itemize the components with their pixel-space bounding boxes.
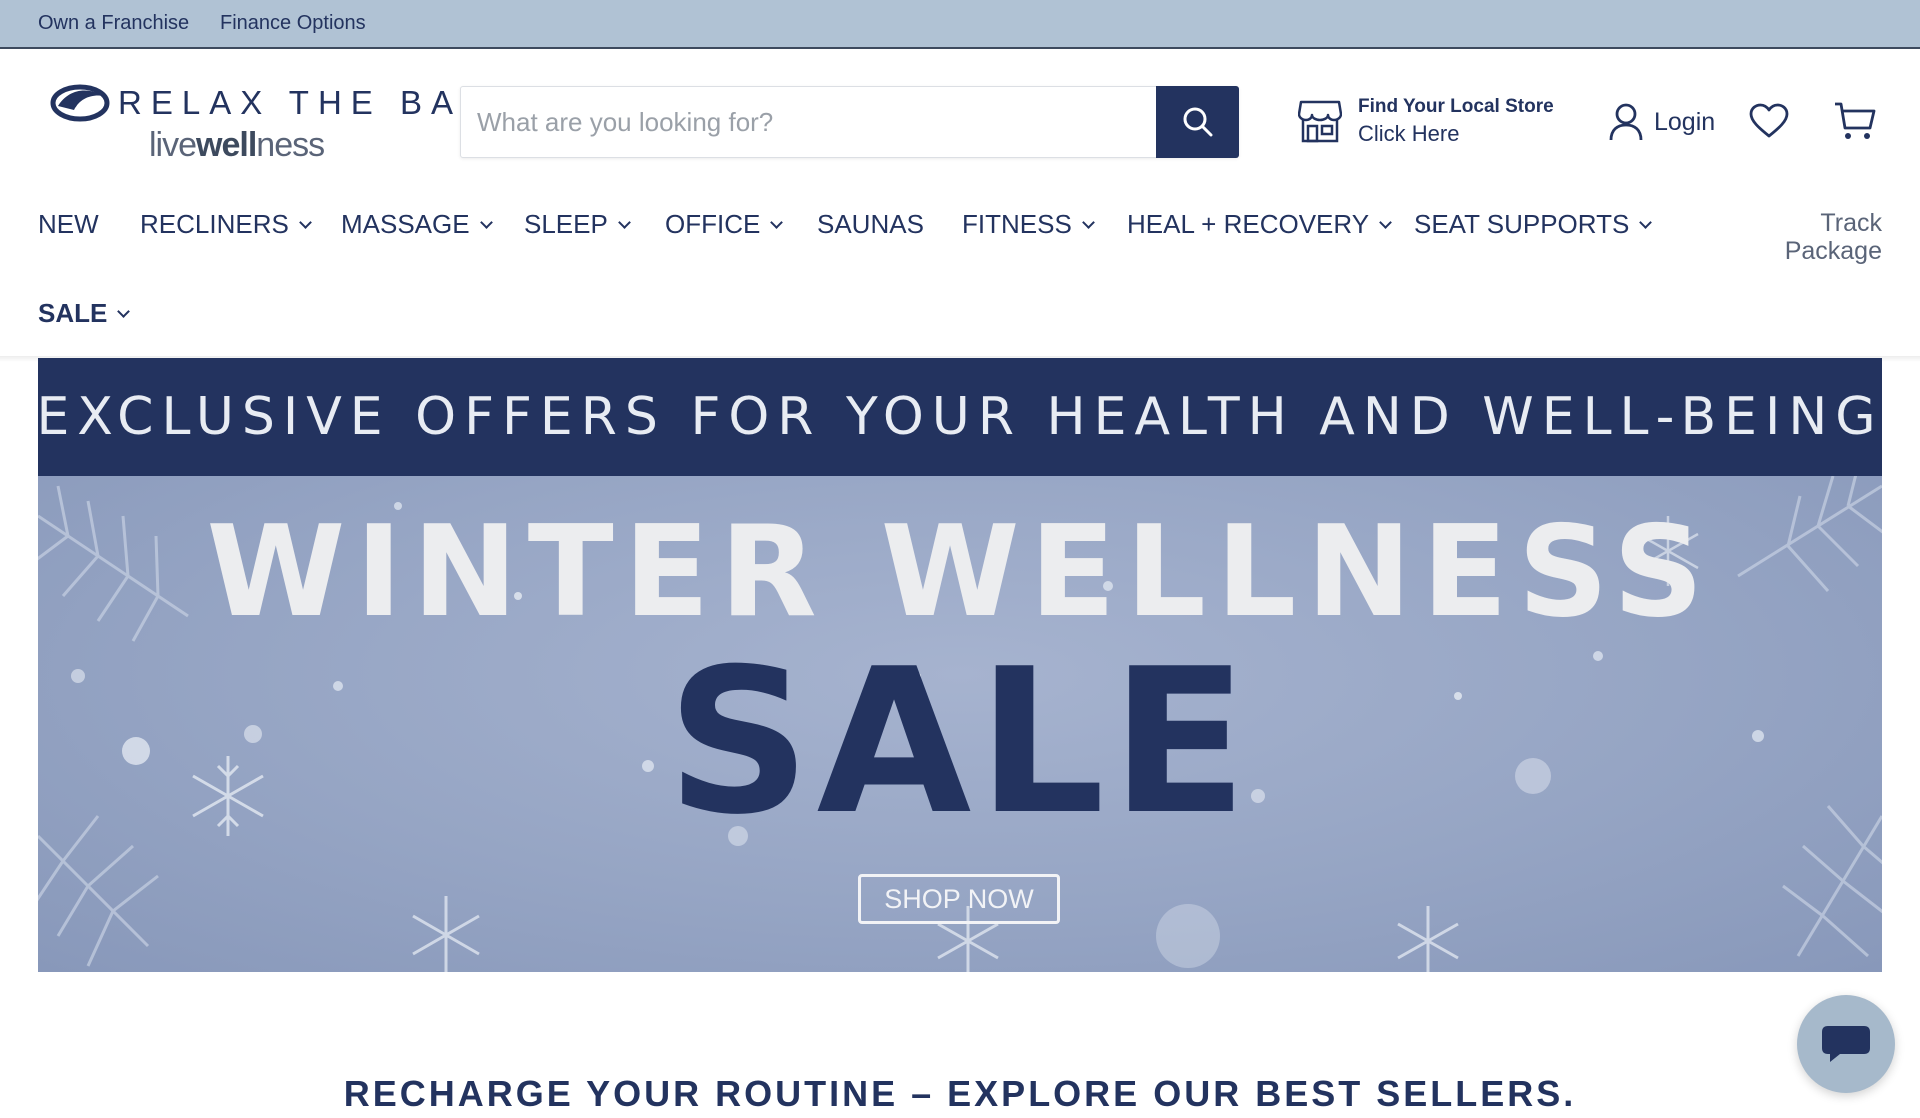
nav-sleep-label: SLEEP [524, 208, 608, 239]
nav-massage-label: MASSAGE [341, 208, 470, 239]
logo-tagline-well: well [196, 126, 257, 164]
find-local-store-link[interactable]: Find Your Local Store Click Here [1298, 94, 1558, 150]
logo-tagline-ness: ness [256, 126, 325, 164]
nav-new-label: NEW [38, 208, 99, 239]
search-bar [460, 86, 1239, 158]
hero-background: WINTER WELLNESS SALE SHOP NOW [38, 476, 1882, 972]
heart-icon [1749, 103, 1789, 138]
cart-icon [1835, 102, 1876, 139]
hero-top-band: EXCLUSIVE OFFERS FOR YOUR HEALTH AND WEL… [38, 358, 1882, 476]
nav-saunas-label: SAUNAS [817, 208, 924, 239]
search-input[interactable] [461, 87, 1156, 157]
find-store-title: Find Your Local Store [1358, 96, 1554, 117]
nav-fitness[interactable]: FITNESS [962, 208, 1095, 240]
track-package-link[interactable]: Track Package [1762, 209, 1882, 265]
login-label: Login [1654, 108, 1716, 136]
chevron-down-icon [479, 215, 493, 229]
snowflake-icon [412, 896, 480, 972]
nav-sleep[interactable]: SLEEP [524, 208, 631, 240]
chevron-down-icon [770, 215, 784, 229]
nav-sale-label: SALE [38, 297, 108, 328]
chat-bubble-icon [1822, 1026, 1870, 1062]
storefront-icon [1298, 100, 1342, 143]
login-link[interactable]: Login [1608, 101, 1716, 141]
cart-button[interactable] [1834, 100, 1876, 142]
own-a-franchise-link[interactable]: Own a Franchise [38, 12, 189, 35]
shop-now-button[interactable]: SHOP NOW [858, 874, 1060, 924]
logo-tagline: livewellness [149, 126, 325, 165]
logo-tagline-live: live [149, 126, 197, 164]
finance-options-link[interactable]: Finance Options [220, 12, 366, 35]
snowflake-icon [1397, 906, 1459, 972]
best-sellers-heading: RECHARGE YOUR ROUTINE – EXPLORE OUR BEST… [343, 1073, 1577, 1114]
nav-new[interactable]: NEW [38, 208, 99, 240]
chevron-down-icon [1379, 215, 1392, 229]
user-icon [1609, 103, 1643, 141]
track-package-line2: Package [1784, 237, 1882, 265]
nav-saunas[interactable]: SAUNAS [817, 208, 924, 240]
nav-office-label: OFFICE [665, 208, 761, 239]
nav-massage[interactable]: MASSAGE [341, 208, 493, 240]
nav-heal-recovery-label: HEAL + RECOVERY [1127, 208, 1370, 239]
wishlist-button[interactable] [1749, 103, 1789, 139]
chevron-down-icon [117, 304, 131, 318]
nav-heal-recovery[interactable]: HEAL + RECOVERY [1127, 208, 1392, 240]
hero-title-winter-wellness: WINTER WELLNESS [206, 498, 1714, 645]
nav-sale[interactable]: SALE [38, 297, 131, 329]
nav-recliners[interactable]: RECLINERS [140, 208, 312, 240]
site-logo[interactable]: RELAX THE BACK livewellness [50, 82, 517, 165]
hero-band-text: EXCLUSIVE OFFERS FOR YOUR HEALTH AND WEL… [38, 387, 1882, 447]
chevron-down-icon [617, 215, 631, 229]
chevron-down-icon [1639, 215, 1653, 229]
nav-seat-supports-label: SEAT SUPPORTS [1414, 208, 1630, 239]
nav-fitness-label: FITNESS [962, 208, 1072, 239]
nav-office[interactable]: OFFICE [665, 208, 784, 240]
hero-banner[interactable]: EXCLUSIVE OFFERS FOR YOUR HEALTH AND WEL… [38, 358, 1882, 972]
chevron-down-icon [298, 215, 312, 229]
chat-button[interactable] [1797, 995, 1895, 1093]
search-button[interactable] [1156, 86, 1239, 158]
track-package-line1: Track [1820, 209, 1882, 237]
hero-title-sale: SALE [666, 626, 1254, 859]
utility-bar: Own a Franchise Finance Options [0, 0, 1920, 49]
find-store-click-here: Click Here [1358, 121, 1460, 146]
chevron-down-icon [1081, 215, 1095, 229]
nav-seat-supports[interactable]: SEAT SUPPORTS [1414, 208, 1653, 240]
search-icon [1183, 107, 1212, 137]
nav-recliners-label: RECLINERS [140, 208, 289, 239]
